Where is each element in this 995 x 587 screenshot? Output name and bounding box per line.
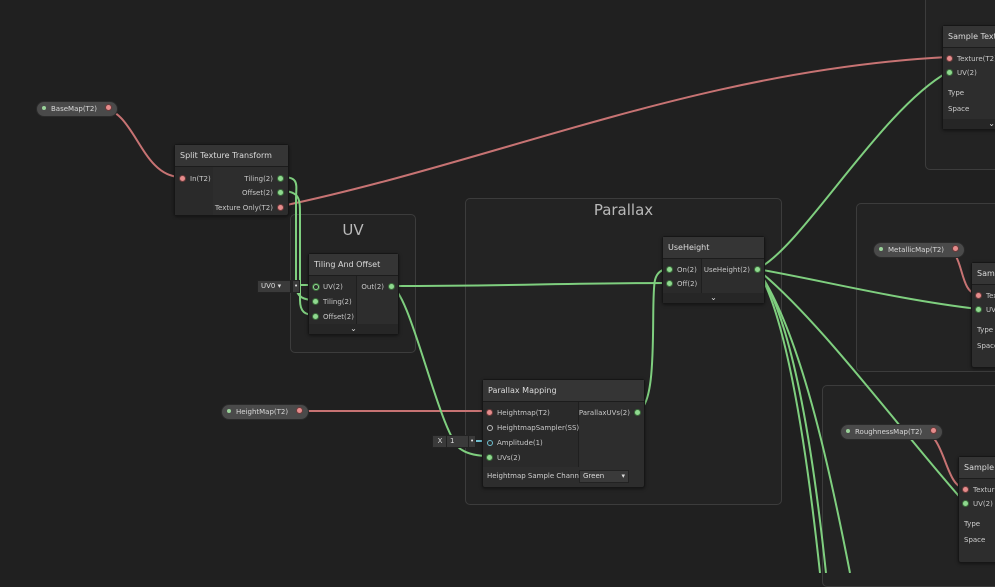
input-amplitude[interactable]: Amplitude(1) — [486, 436, 543, 450]
group-title-uv: UV — [342, 221, 364, 239]
node-useheight[interactable]: UseHeight On(2) Off(2) UseHeight(2) ⌄ — [662, 236, 765, 304]
output-port[interactable] — [297, 408, 303, 413]
output-offset[interactable]: Offset(2) — [242, 186, 285, 200]
property-label: BaseMap(T2) — [51, 105, 98, 113]
node-title: Sample Textu — [943, 26, 995, 48]
node-tiling-and-offset[interactable]: Tiling And Offset UV(2) Tiling(2) Offset… — [308, 253, 399, 335]
node-split-texture-transform[interactable]: Split Texture Transform In(T2) Tiling(2)… — [174, 144, 289, 216]
output-parallax-uvs[interactable]: ParallaxUVs(2) — [579, 406, 641, 420]
uv-field-connector: • — [292, 280, 300, 293]
type-label: Type — [948, 89, 965, 97]
input-uv[interactable]: UV(2) — [962, 497, 993, 511]
output-port[interactable] — [953, 246, 959, 251]
property-icon — [227, 409, 231, 413]
amplitude-connector: • — [468, 435, 476, 448]
node-sample-texture-1[interactable]: Sample Textu Texture(T2) UV(2) Type Spac… — [942, 25, 995, 130]
type-label: Type — [977, 326, 994, 334]
output-port[interactable] — [106, 105, 112, 110]
input-in[interactable]: In(T2) — [178, 172, 211, 186]
input-texture[interactable]: Textur — [962, 483, 994, 497]
heightmap-sample-channel-dropdown[interactable]: Green ▾ — [579, 470, 629, 483]
output-port[interactable] — [931, 428, 937, 433]
input-uv[interactable]: UV(2) — [946, 66, 977, 80]
space-label: Space — [948, 105, 970, 113]
input-uv[interactable]: UV — [975, 303, 995, 317]
node-title: UseHeight — [663, 237, 764, 259]
space-label: Space — [977, 342, 995, 350]
node-sample-texture-3[interactable]: Sample T Textur UV(2) Type Space — [958, 456, 995, 563]
heightmap-sample-channel-label: Heightmap Sample Channel — [487, 472, 579, 480]
input-texture[interactable]: Texture(T2) — [946, 52, 995, 66]
heightmap-sample-channel-row: Heightmap Sample Channel — [487, 469, 579, 483]
input-uvs[interactable]: UVs(2) — [486, 451, 520, 465]
property-icon — [846, 429, 850, 433]
node-title: Parallax Mapping — [483, 380, 644, 402]
expand-chevron-icon[interactable]: ⌄ — [309, 324, 398, 334]
wire-texonly-to-sample — [281, 56, 949, 207]
output-out[interactable]: Out(2) — [361, 280, 395, 294]
type-label: Type — [964, 520, 981, 528]
group-title-parallax: Parallax — [593, 201, 654, 219]
expand-chevron-icon[interactable]: ⌄ — [663, 293, 764, 303]
expand-chevron-icon[interactable]: ⌄ — [943, 119, 995, 129]
wire-basemap-to-split — [99, 107, 181, 178]
input-texture[interactable]: Textu — [975, 289, 995, 303]
property-label: RoughnessMap(T2) — [855, 428, 923, 436]
property-basemap[interactable]: BaseMap(T2) — [36, 101, 119, 117]
input-offset[interactable]: Offset(2) — [312, 310, 354, 324]
output-texture-only[interactable]: Texture Only(T2) — [215, 201, 285, 215]
node-title: Tiling And Offset — [309, 254, 398, 276]
output-useheight[interactable]: UseHeight(2) — [704, 263, 761, 277]
property-icon — [879, 247, 883, 251]
property-roughnessmap[interactable]: RoughnessMap(T2) — [840, 424, 944, 440]
input-tiling[interactable]: Tiling(2) — [312, 295, 352, 309]
uv-channel-dropdown[interactable]: UV0 ▾ — [257, 280, 291, 293]
output-tiling[interactable]: Tiling(2) — [244, 172, 285, 186]
input-heightmap[interactable]: Heightmap(T2) — [486, 406, 550, 420]
input-uv[interactable]: UV(2) — [312, 280, 343, 294]
space-label: Space — [964, 536, 986, 544]
node-parallax-mapping[interactable]: Parallax Mapping Heightmap(T2) Heightmap… — [482, 379, 645, 488]
input-on[interactable]: On(2) — [666, 263, 697, 277]
property-label: MetallicMap(T2) — [888, 246, 945, 254]
node-title: Samp — [972, 263, 995, 285]
input-heightmap-sampler[interactable]: HeightmapSampler(SS) — [486, 421, 579, 435]
property-metallicmap[interactable]: MetallicMap(T2) — [873, 242, 966, 258]
property-icon — [42, 106, 46, 110]
property-label: HeightMap(T2) — [236, 408, 289, 416]
chevron-down-icon: ▾ — [621, 472, 625, 480]
property-heightmap[interactable]: HeightMap(T2) — [221, 404, 310, 420]
node-title: Sample T — [959, 457, 995, 479]
node-title: Split Texture Transform — [175, 145, 288, 167]
node-sample-texture-2[interactable]: Samp Textu UV Type Space — [971, 262, 995, 368]
input-off[interactable]: Off(2) — [666, 277, 697, 291]
